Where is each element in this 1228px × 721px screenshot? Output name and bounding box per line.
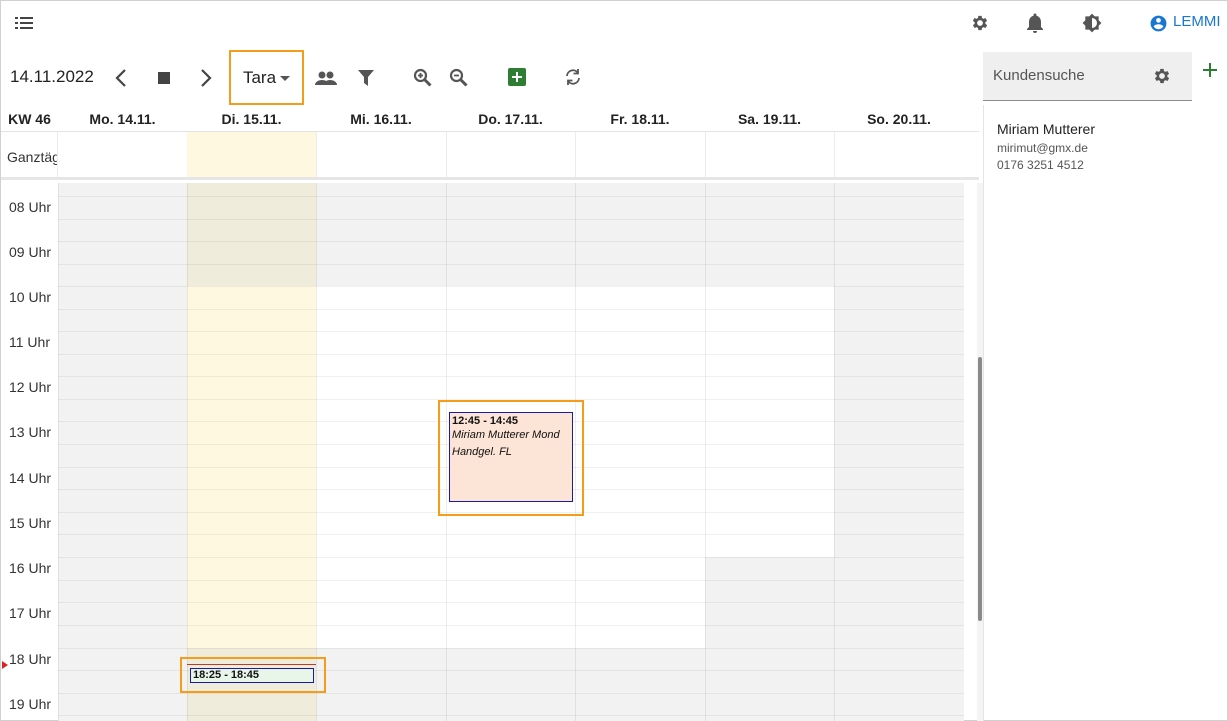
- closed-hours-block: [316, 648, 705, 721]
- bell-icon[interactable]: [1024, 12, 1046, 34]
- gear-icon[interactable]: [969, 12, 991, 34]
- customer-phone[interactable]: 0176 3251 4512: [997, 158, 1084, 172]
- hour-label: 12 Uhr: [9, 379, 52, 395]
- appointment-time: 18:25 - 18:45: [193, 669, 260, 681]
- people-icon[interactable]: [314, 67, 338, 89]
- current-date: 14.11.2022: [10, 67, 94, 86]
- closed-hours-block: [705, 557, 834, 721]
- brightness-icon[interactable]: [1081, 12, 1103, 34]
- grid-line: [58, 580, 964, 581]
- hour-label: 11 Uhr: [9, 334, 50, 350]
- hour-label: 16 Uhr: [9, 560, 52, 576]
- day-header[interactable]: Mo. 14.11.: [58, 105, 187, 132]
- day-header[interactable]: So. 20.11.: [834, 105, 964, 132]
- grid-line: [58, 264, 964, 265]
- account-circle-icon[interactable]: [1147, 12, 1169, 34]
- calendar-header: KW 46 Mo. 14.11. Di. 15.11. Mi. 16.11. D…: [1, 105, 979, 132]
- grid-line: [58, 286, 964, 287]
- divider: [983, 105, 984, 721]
- appointment-card[interactable]: 12:45 - 14:45 Miriam Mutterer Mond Handg…: [449, 412, 573, 502]
- grid-line: [58, 557, 964, 558]
- grid-line: [58, 331, 964, 332]
- customer-email[interactable]: mirimut@gmx.de: [997, 141, 1088, 155]
- divider: [705, 132, 706, 177]
- grid-line: [58, 354, 964, 355]
- zoom-in-icon[interactable]: [411, 66, 433, 88]
- current-time-marker: [2, 661, 8, 669]
- employee-select[interactable]: Tara: [229, 50, 304, 105]
- customer-search-placeholder: Kundensuche: [993, 67, 1085, 84]
- grid-line: [58, 602, 964, 603]
- dropdown-arrow-icon: [280, 69, 291, 87]
- gear-icon[interactable]: [1151, 65, 1173, 87]
- grid-line: [58, 625, 964, 626]
- allday-today-cell[interactable]: [187, 132, 316, 177]
- grid-line: [58, 648, 964, 649]
- day-header[interactable]: Di. 15.11.: [187, 105, 316, 132]
- time-grid: 08 Uhr 09 Uhr 10 Uhr 11 Uhr 12 Uhr 13 Uh…: [1, 183, 964, 721]
- grid-line: [58, 309, 964, 310]
- grid-line: [58, 241, 964, 242]
- day-header[interactable]: Mi. 16.11.: [316, 105, 446, 132]
- add-box-icon[interactable]: [506, 66, 528, 88]
- hour-label: 13 Uhr: [9, 424, 52, 440]
- day-header[interactable]: Sa. 19.11.: [705, 105, 834, 132]
- appointment-card[interactable]: 18:25 - 18:45: [190, 668, 314, 683]
- hour-label: 09 Uhr: [9, 244, 52, 260]
- zoom-out-icon[interactable]: [447, 66, 469, 88]
- list-menu-icon[interactable]: [13, 13, 35, 33]
- hour-label: 08 Uhr: [9, 199, 52, 215]
- appointment-highlight: 18:25 - 18:45: [180, 657, 326, 693]
- refresh-icon[interactable]: [562, 66, 584, 88]
- hour-label: 10 Uhr: [9, 289, 52, 305]
- top-bar: LEMMI: [1, 1, 1228, 45]
- chevron-left-icon[interactable]: [111, 67, 131, 89]
- plus-icon[interactable]: [1199, 59, 1221, 81]
- divider: [57, 132, 58, 177]
- grid-line: [58, 534, 964, 535]
- chevron-right-icon[interactable]: [196, 67, 216, 89]
- hour-label: 14 Uhr: [9, 470, 52, 486]
- hour-label: 18 Uhr: [9, 651, 52, 667]
- divider: [834, 132, 835, 177]
- divider: [316, 132, 317, 177]
- appointment-service: Handgel. FL: [452, 446, 512, 458]
- grid-line: [58, 376, 964, 377]
- day-header[interactable]: Do. 17.11.: [446, 105, 575, 132]
- employee-select-value: Tara: [242, 67, 277, 87]
- appointment-highlight: 12:45 - 14:45 Miriam Mutterer Mond Handg…: [438, 400, 584, 516]
- grid-line: [58, 693, 964, 694]
- customer-name[interactable]: Miriam Mutterer: [997, 121, 1095, 137]
- hour-label: 19 Uhr: [9, 696, 52, 712]
- customer-search-input[interactable]: Kundensuche: [983, 52, 1192, 101]
- appointment-time: 12:45 - 14:45: [452, 415, 519, 427]
- closed-hours-block: [187, 183, 316, 286]
- allday-row: Ganztägig: [1, 132, 979, 180]
- week-number: KW 46: [8, 110, 51, 127]
- divider: [446, 132, 447, 177]
- hour-label: 17 Uhr: [9, 605, 52, 621]
- scrollbar-thumb[interactable]: [978, 357, 982, 621]
- divider: [575, 132, 576, 177]
- stop-square-icon[interactable]: [154, 68, 174, 88]
- grid-line: [58, 715, 964, 716]
- grid-line: [58, 196, 964, 197]
- day-header[interactable]: Fr. 18.11.: [575, 105, 705, 132]
- grid-line: [58, 219, 964, 220]
- app-window: LEMMI 14.11.2022 Tara KW 46 Mo. 14.11. D…: [0, 0, 1228, 721]
- allday-label: Ganztägig: [7, 149, 57, 165]
- filter-icon[interactable]: [356, 67, 376, 89]
- appointment-customer: Miriam Mutterer Mond: [452, 429, 560, 441]
- user-menu-label[interactable]: LEMMI: [1173, 13, 1221, 30]
- hour-label: 15 Uhr: [9, 515, 52, 531]
